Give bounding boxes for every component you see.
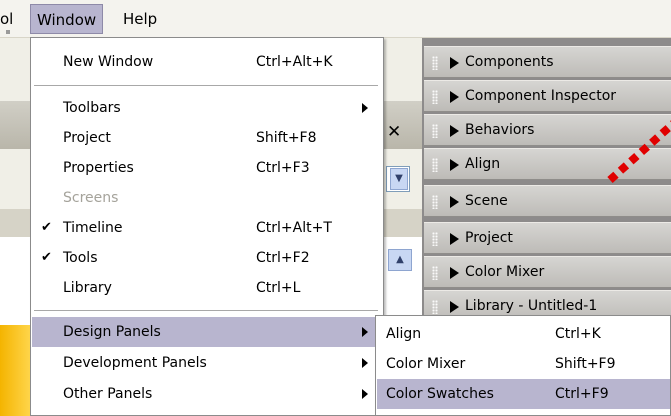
menu-item-label: Color Mixer [386, 356, 466, 372]
menu-item-design-panels[interactable]: Design Panels [32, 317, 382, 347]
design-panels-submenu: Align Ctrl+K Color Mixer Shift+F9 Color … [375, 315, 671, 416]
grip-icon[interactable] [432, 56, 438, 70]
grip-icon[interactable] [432, 158, 438, 172]
panel-label: Project [465, 230, 513, 246]
menu-item-shortcut: Ctrl+F9 [555, 386, 609, 402]
menu-separator [34, 85, 378, 86]
menu-item-label: Properties [63, 160, 134, 176]
background-row-left [0, 209, 30, 237]
background-row-right [384, 209, 422, 237]
menu-item-tools[interactable]: ✔ Tools Ctrl+F2 [32, 243, 382, 273]
menu-item-label: Screens [63, 190, 119, 206]
expand-arrow-icon[interactable] [450, 159, 459, 171]
menu-item-label: Project [63, 130, 111, 146]
menu-item-label: Toolbars [63, 100, 121, 116]
menu-item-label: New Window [63, 54, 154, 70]
menu-item-shortcut: Ctrl+L [256, 280, 301, 296]
menu-item-screens: Screens [32, 183, 382, 213]
background-header-left [0, 101, 30, 149]
menu-help[interactable]: Help [117, 4, 163, 34]
menu-item-shortcut: Shift+F9 [555, 356, 616, 372]
panel-scene[interactable]: Scene [424, 185, 671, 217]
menu-item-toolbars[interactable]: Toolbars [32, 93, 382, 123]
menu-item-shortcut: Ctrl+Alt+K [256, 54, 333, 70]
menu-item-label: Tools [63, 250, 98, 266]
menu-item-properties[interactable]: Properties Ctrl+F3 [32, 153, 382, 183]
menu-item-shortcut: Ctrl+Alt+T [256, 220, 332, 236]
menu-window[interactable]: Window [30, 4, 104, 34]
panel-label: Scene [465, 193, 508, 209]
menu-item-other-panels[interactable]: Other Panels [32, 379, 382, 409]
menu-item-project[interactable]: Project Shift+F8 [32, 123, 382, 153]
expand-arrow-icon[interactable] [450, 91, 459, 103]
menu-item-label: Color Swatches [386, 386, 494, 402]
submenu-arrow-icon [362, 389, 368, 399]
panel-project[interactable]: Project [424, 222, 671, 254]
grip-icon[interactable] [432, 195, 438, 209]
submenu-item-color-swatches[interactable]: Color Swatches Ctrl+F9 [377, 379, 670, 409]
menu-item-label: Other Panels [63, 386, 153, 402]
grip-icon[interactable] [432, 124, 438, 138]
menu-item-label: Development Panels [63, 355, 207, 371]
expand-arrow-icon[interactable] [450, 125, 459, 137]
panel-label: Behaviors [465, 122, 535, 138]
panel-label: Component Inspector [465, 88, 617, 104]
checkmark-icon: ✔ [41, 250, 52, 265]
grip-icon[interactable] [432, 300, 438, 314]
menu-item-label: Design Panels [63, 324, 161, 340]
panel-label: Align [465, 156, 501, 172]
close-icon[interactable]: ✕ [387, 122, 401, 142]
chevron-down-icon[interactable]: ▼ [390, 168, 408, 190]
menu-item-library[interactable]: Library Ctrl+L [32, 273, 382, 303]
expand-arrow-icon[interactable] [450, 57, 459, 69]
scroll-up-icon[interactable]: ▲ [388, 249, 412, 271]
menu-item-development-panels[interactable]: Development Panels [32, 348, 382, 378]
toolbar-fragment [6, 30, 10, 34]
submenu-item-align[interactable]: Align Ctrl+K [377, 319, 670, 349]
stage-graphic [0, 325, 30, 416]
grip-icon[interactable] [432, 232, 438, 246]
background-dropdown[interactable]: ▼ [386, 166, 410, 192]
menu-item-label: Timeline [63, 220, 123, 236]
menu-item-shortcut: Shift+F8 [256, 130, 317, 146]
menu-item-label: Library [63, 280, 112, 296]
panel-label: Components [465, 54, 554, 70]
panel-color-mixer[interactable]: Color Mixer [424, 256, 671, 288]
expand-arrow-icon[interactable] [450, 301, 459, 313]
annotation-arrow-icon [607, 120, 671, 183]
menu-item-shortcut: Ctrl+F2 [256, 250, 310, 266]
submenu-item-color-mixer[interactable]: Color Mixer Shift+F9 [377, 349, 670, 379]
submenu-arrow-icon [362, 103, 368, 113]
checkmark-icon: ✔ [41, 220, 52, 235]
submenu-arrow-icon [362, 327, 368, 337]
menu-bar: ol Window Help [0, 0, 671, 38]
expand-arrow-icon[interactable] [450, 196, 459, 208]
expand-arrow-icon[interactable] [450, 233, 459, 245]
menu-item-shortcut: Ctrl+K [555, 326, 601, 342]
menu-item-new-window[interactable]: New Window Ctrl+Alt+K [32, 47, 382, 77]
menu-item-shortcut: Ctrl+F3 [256, 160, 310, 176]
submenu-arrow-icon [362, 358, 368, 368]
expand-arrow-icon[interactable] [450, 267, 459, 279]
panel-label: Color Mixer [465, 264, 545, 280]
menu-separator [34, 310, 378, 311]
grip-icon[interactable] [432, 90, 438, 104]
window-menu-dropdown: New Window Ctrl+Alt+K Toolbars Project S… [30, 37, 384, 416]
menu-item-timeline[interactable]: ✔ Timeline Ctrl+Alt+T [32, 213, 382, 243]
menu-item-label: Align [386, 326, 422, 342]
grip-icon[interactable] [432, 266, 438, 280]
panel-components[interactable]: Components [424, 46, 671, 78]
